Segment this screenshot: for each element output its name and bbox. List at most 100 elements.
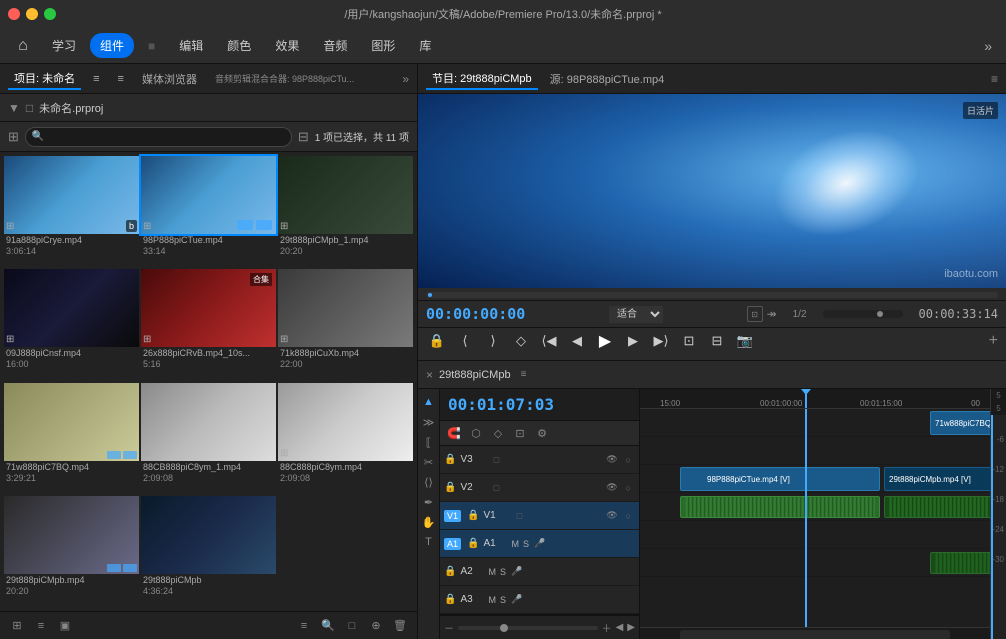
razor-tool[interactable]: ✂ [420,453,438,471]
v1-settings-btn[interactable]: □ [511,508,527,524]
list-item[interactable]: ⊞ 09J888piCnsf.mp4 16:00 [4,269,139,380]
zoom-tool[interactable]: T [420,533,438,551]
a3-mic-icon[interactable]: 🎤 [510,593,524,607]
close-button[interactable] [8,8,20,20]
a2-lock-icon[interactable]: 🔒 [444,566,456,577]
v1-mute-icon[interactable]: ○ [621,509,635,523]
list-item[interactable]: 29t888piCMpb.mp4 20:20 [4,496,139,607]
step-fwd-btn[interactable]: ▶⟩ [650,330,672,352]
timeline-zoom-slider[interactable] [458,626,598,630]
folder-button[interactable]: □ [343,617,361,635]
scroll-right-button[interactable]: ▶ [627,622,635,633]
menu-edit[interactable]: 编辑 [169,33,213,58]
find-button[interactable]: ≡ [295,617,313,635]
tab-menu-icon[interactable]: ≡ [87,71,105,87]
list-item[interactable]: ⊞ 88C888piC8ym.mp4 2:09:08 [278,383,413,494]
minimize-button[interactable] [26,8,38,20]
clip-a1-2[interactable] [884,496,990,518]
list-item[interactable]: 合集 ⊞ 26x888piCRvB.mp4_10s... 5:16 [141,269,276,380]
v3-eye-icon[interactable]: 👁 [605,453,619,467]
zoom-in-button[interactable]: ＋ [602,620,612,635]
list-item[interactable]: ⊞ 98P888piCTue.mp4 33:14 [141,156,276,267]
a1-lock-icon[interactable]: 🔒 [467,538,479,549]
output-icon[interactable]: ↠ [767,307,777,321]
grid-view-icon[interactable]: ⊞ [8,129,19,145]
frame-back-btn[interactable]: ◀ [566,330,588,352]
timecode-start[interactable]: 00:00:00:00 [426,305,525,323]
v2-lock-icon[interactable]: 🔒 [444,482,456,493]
menu-effects[interactable]: 效果 [265,33,309,58]
home-button[interactable]: ⌂ [8,32,38,60]
ripple-edit-tool[interactable]: ⟦ [420,433,438,451]
track-select-tool[interactable]: ≫ [420,413,438,431]
hand-tool[interactable]: ✋ [420,513,438,531]
a3-lock-icon[interactable]: 🔒 [444,594,456,605]
v1-eye-icon[interactable]: 👁 [605,509,619,523]
panel-more-button[interactable]: » [402,72,409,86]
settings-tool[interactable]: ⚙ [532,423,552,443]
tab-program[interactable]: 节目: 29t888piCMpb [426,68,538,90]
frame-fwd-btn[interactable]: ▶ [622,330,644,352]
list-item[interactable]: b ⊞ 91a888piCrye.mp4 3:06:14 [4,156,139,267]
window-controls[interactable] [8,8,56,20]
v1-lock-icon[interactable]: 🔒 [467,510,479,521]
tab-audio-mixer[interactable]: 音频剪辑混合合器: 98P888piCTu... [209,70,360,87]
zoom-out-button[interactable]: － [444,620,454,635]
tab-source[interactable]: 源: 98P888piCTue.mp4 [544,69,671,89]
clip-a3-1[interactable] [930,552,990,574]
menu-learn[interactable]: 学习 [42,33,86,58]
timeline-menu-icon[interactable]: ≡ [521,369,527,380]
mark-in-btn[interactable]: 🔒 [426,330,448,352]
clip-v1-1[interactable]: 98P888piCTue.mp4 [V] [680,467,880,491]
pen-tool[interactable]: ✒ [420,493,438,511]
timeline-tool-4[interactable]: ⊡ [510,423,530,443]
list-item[interactable]: 29t888piCMpb 4:36:24 [141,496,276,607]
list-view-button[interactable]: ≡ [32,617,50,635]
menu-graphics[interactable]: 图形 [361,33,405,58]
menu-color[interactable]: 颜色 [217,33,261,58]
link-tool[interactable]: ⬡ [466,423,486,443]
timeline-timecode[interactable]: 00:01:07:03 [448,395,554,414]
v2-eye-icon[interactable]: 👁 [605,481,619,495]
menu-library[interactable]: 库 [409,33,441,58]
list-item[interactable]: ⊞ 88CB888piC8ym_1.mp4 2:09:08 [141,383,276,494]
lift-btn[interactable]: ⊡ [678,330,700,352]
tab-media-browser[interactable]: ≡ [112,71,130,87]
menu-more-button[interactable]: » [978,36,998,56]
preview-more-button[interactable]: ≡ [991,72,998,86]
list-item[interactable]: 71w888piC7BQ.mp4 3:29:21 [4,383,139,494]
snap-tool[interactable]: 🧲 [444,423,464,443]
mark-out-btn[interactable]: ⟨ [454,330,476,352]
maximize-button[interactable] [44,8,56,20]
list-item[interactable]: ⊞ 29t888piCMpb_1.mp4 20:20 [278,156,413,267]
scroll-left-button[interactable]: ◀ [616,622,624,633]
add-marker-tool[interactable]: ◇ [488,423,508,443]
v2-settings-btn[interactable]: □ [488,480,504,496]
v3-lock-icon[interactable]: 🔒 [444,454,456,465]
menu-assembly[interactable]: 组件 [90,33,134,58]
slip-tool[interactable]: ⟨⟩ [420,473,438,491]
v3-mute-icon[interactable]: ○ [621,453,635,467]
tab-project[interactable]: 项目: 未命名 [8,68,81,90]
v3-settings-btn[interactable]: □ [488,452,504,468]
step-back-btn[interactable]: ⟨◀ [538,330,560,352]
new-bin-button[interactable]: ⊞ [8,617,26,635]
a1-mic-icon[interactable]: 🎤 [533,537,547,551]
delete-button[interactable]: 🗑 [391,617,409,635]
timeline-close-button[interactable]: × [426,368,433,382]
fit-dropdown[interactable]: 适合 25% 50% 100% [609,306,663,323]
search-box[interactable]: 🔍 [25,127,292,147]
new-item-button[interactable]: ⊕ [367,617,385,635]
extract-btn[interactable]: ⊟ [706,330,728,352]
add-marker-btn[interactable]: ◇ [510,330,532,352]
list-item[interactable]: ⊞ 71k888piCuXb.mp4 22:00 [278,269,413,380]
zoom-slider[interactable] [823,310,903,318]
menu-audio[interactable]: 音频 [313,33,357,58]
tab-markers[interactable]: 媒体浏览器 [136,69,203,89]
mark-clip-btn[interactable]: ⟩ [482,330,504,352]
clip-v3-1[interactable]: 71w888piC7BQ.mp4 [V] [930,411,990,435]
clip-a1-1[interactable] [680,496,880,518]
selection-tool[interactable]: ▲ [420,393,438,411]
timeline-scrollbar[interactable] [640,627,990,639]
v2-mute-icon[interactable]: ○ [621,481,635,495]
